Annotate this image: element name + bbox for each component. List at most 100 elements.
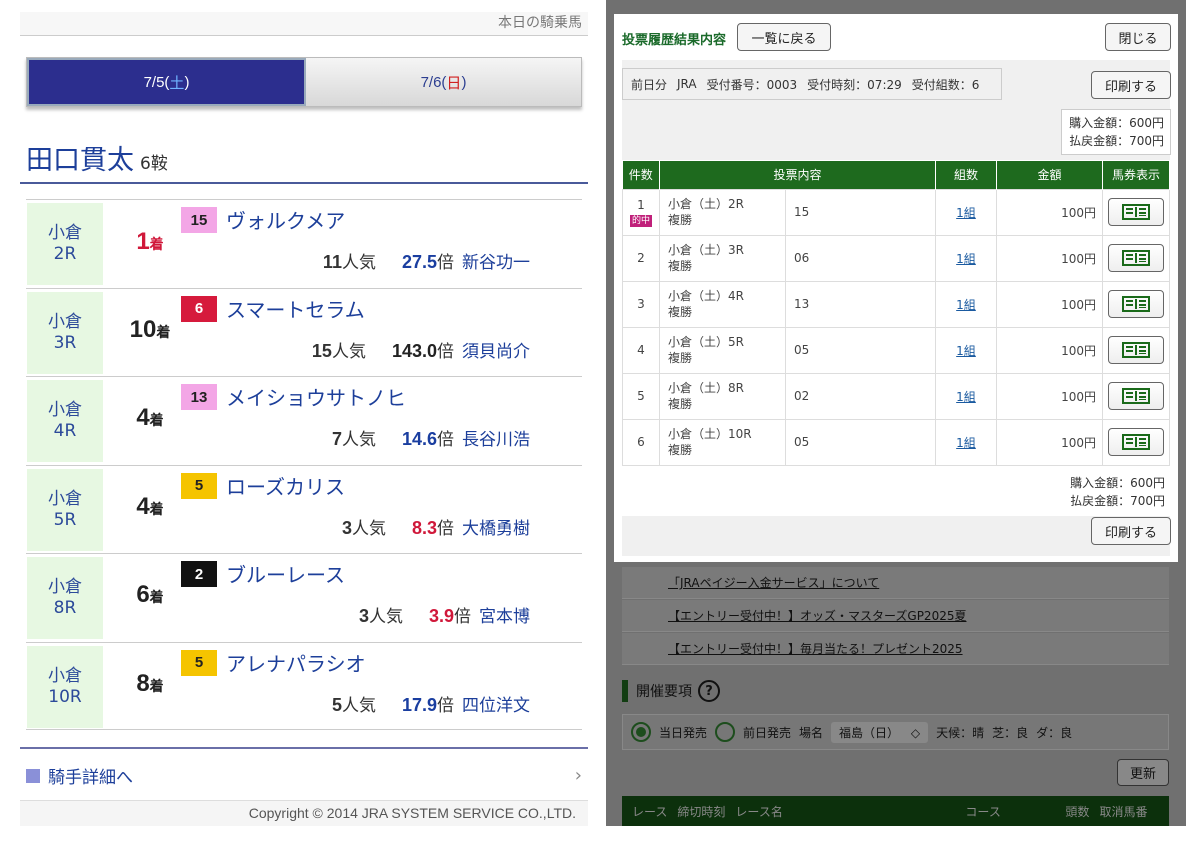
race-list: 小倉 2R 1着 15 ヴォルクメア 11人気 27.5倍 新谷功一 小倉 3R 1…: [26, 199, 582, 730]
trainer-name[interactable]: 新谷功一: [462, 253, 530, 273]
ticket-view-button[interactable]: [1108, 428, 1164, 456]
close-button[interactable]: 閉じる: [1105, 23, 1171, 51]
todays-rides-link[interactable]: 本日の騎乗馬: [20, 12, 588, 36]
odds-unit: 倍: [437, 518, 454, 539]
race-row[interactable]: 小倉 3R 10着 6 スマートセラム 15人気 143.0倍 須貝尚介: [26, 287, 582, 377]
bet-amount: 100円: [996, 326, 1103, 374]
race-venue[interactable]: 小倉 3R: [27, 291, 103, 374]
race-row[interactable]: 小倉 10R 8着 5 アレナパラシオ 5人気 17.9倍 四位洋文: [26, 641, 582, 730]
bet-race: 小倉（土）10R 複勝: [659, 418, 786, 466]
trainer-name[interactable]: 宮本博: [479, 607, 530, 627]
back-to-list-button[interactable]: 一覧に戻る: [737, 23, 831, 51]
race-info: 3人気 3.9倍 宮本博: [359, 602, 530, 627]
race-row[interactable]: 小倉 5R 4着 5 ローズカリス 3人気 8.3倍 大橋勇樹: [26, 464, 582, 554]
bet-race-name: 小倉（土）2R: [668, 197, 744, 211]
race-row[interactable]: 小倉 2R 1着 15 ヴォルクメア 11人気 27.5倍 新谷功一: [26, 199, 582, 288]
bet-row: 1 的中 小倉（土）2R 複勝 15 1組 100円: [622, 188, 1170, 236]
radio-today-label: 当日発売: [659, 725, 708, 740]
trainer-name[interactable]: 四位洋文: [462, 696, 530, 716]
ride-count: 6鞍: [140, 154, 168, 174]
finish-unit: 着: [156, 323, 171, 340]
horse-name-link[interactable]: ヴォルクメア: [226, 205, 345, 234]
finish-unit: 着: [149, 500, 164, 517]
bet-sets-link[interactable]: 1組: [956, 344, 976, 358]
print-button-bottom[interactable]: 印刷する: [1091, 517, 1171, 545]
news-link[interactable]: 「JRAペイジー入金サービス」について: [622, 567, 1169, 599]
bet-type: 複勝: [668, 351, 693, 365]
race-row[interactable]: 小倉 4R 4着 13 メイショウサトノヒ 7人気 14.6倍 長谷川浩: [26, 376, 582, 465]
radio-prev[interactable]: [715, 722, 736, 742]
ticket-icon: [1122, 388, 1150, 404]
finish-position: 4着: [120, 493, 180, 521]
bet-sets-link[interactable]: 1組: [956, 390, 976, 404]
venue-name: 小倉: [48, 665, 82, 686]
odds: 17.9: [401, 694, 437, 715]
bet-amount: 100円: [996, 188, 1103, 236]
race-row[interactable]: 小倉 8R 6着 2 ブルーレース 3人気 3.9倍 宮本博: [26, 553, 582, 642]
bet-sets-link[interactable]: 1組: [956, 252, 976, 266]
bet-pick: 13: [785, 280, 936, 328]
news-link[interactable]: 【エントリー受付中！】毎月当たる！プレゼント2025: [622, 633, 1169, 665]
venue-select[interactable]: 福島（日） ◇: [831, 721, 929, 743]
radio-today[interactable]: [631, 722, 651, 742]
ticket-view-button[interactable]: [1108, 290, 1164, 318]
bet-sets-link[interactable]: 1組: [956, 436, 976, 450]
race-venue[interactable]: 小倉 4R: [27, 380, 103, 462]
finish-unit: 着: [149, 677, 164, 694]
bet-sets-link[interactable]: 1組: [956, 206, 976, 220]
race-venue[interactable]: 小倉 8R: [27, 557, 103, 639]
race-number: 3R: [53, 332, 77, 353]
tab-date-sat-text: 7/5(: [143, 73, 170, 91]
ticket-view-button[interactable]: [1108, 244, 1164, 272]
odds-unit: 倍: [454, 607, 471, 627]
copyright: Copyright © 2014 JRA SYSTEM SERVICE CO.,…: [20, 800, 588, 826]
help-icon[interactable]: ?: [698, 680, 720, 702]
race-venue[interactable]: 小倉 5R: [27, 468, 103, 551]
ticket-cell: [1102, 280, 1170, 328]
receipt-org: JRA: [677, 77, 697, 91]
refresh-button[interactable]: 更新: [1117, 759, 1169, 786]
tab-date-sat[interactable]: 7/5(土): [27, 58, 306, 106]
amount-summary-top: 購入金額：600円 払戻金額：700円: [1061, 109, 1171, 155]
race-info: 7人気 14.6倍 長谷川浩: [332, 425, 530, 450]
trainer-name[interactable]: 大橋勇樹: [462, 519, 530, 539]
race-number: 2R: [53, 244, 77, 264]
tab-date-sun[interactable]: 7/6(日): [306, 58, 581, 106]
horse-name-link[interactable]: スマートセラム: [226, 294, 365, 323]
bet-table: 件数 投票内容 組数 金額 馬券表示 1 的中 小倉（土）2R 複勝 15 1組…: [622, 161, 1170, 466]
trainer-name[interactable]: 長谷川浩: [462, 430, 530, 450]
date-tabs: 7/5(土) 7/6(日): [26, 57, 582, 107]
bet-amount: 100円: [996, 372, 1103, 420]
race-venue[interactable]: 小倉 10R: [27, 645, 103, 728]
jockey-name: 田口貫太: [26, 145, 134, 176]
print-button-top[interactable]: 印刷する: [1091, 71, 1171, 99]
popularity-unit: 人気: [341, 430, 376, 450]
receipt-info: 前日分 JRA 受付番号：0003 受付時刻：07:29 受付組数：6: [622, 68, 1002, 100]
finish-position: 1着: [120, 228, 180, 256]
horse-number-badge: 5: [181, 472, 217, 499]
horse-name-link[interactable]: ローズカリス: [226, 471, 345, 500]
col-course: コース: [965, 804, 1001, 819]
bet-sets-link[interactable]: 1組: [956, 298, 976, 312]
odds-unit: 倍: [437, 430, 454, 450]
jockey-detail-link[interactable]: 騎手詳細へ ›: [26, 763, 582, 788]
bet-index-number: 2: [637, 251, 645, 265]
horse-name-link[interactable]: メイショウサトノヒ: [226, 382, 406, 411]
ticket-view-button[interactable]: [1108, 198, 1164, 226]
horse-name-link[interactable]: アレナパラシオ: [226, 648, 366, 677]
ticket-icon: [1122, 296, 1150, 312]
race-info: 11人気 27.5倍 新谷功一: [323, 248, 530, 273]
ticket-view-button[interactable]: [1108, 336, 1164, 364]
news-link[interactable]: 【エントリー受付中！】オッズ・マスターズGP2025夏: [622, 600, 1169, 632]
horse-number-badge: 5: [181, 649, 217, 676]
ticket-view-button[interactable]: [1108, 382, 1164, 410]
horse-name-link[interactable]: ブルーレース: [226, 559, 345, 588]
popularity-unit: 人気: [331, 341, 366, 362]
receipt-time: 受付時刻：07:29: [807, 77, 902, 92]
race-venue[interactable]: 小倉 2R: [27, 203, 103, 285]
trainer-name[interactable]: 須貝尚介: [462, 342, 530, 362]
venue-value: 福島（日）: [839, 725, 900, 740]
event-info-title: 開催要項: [636, 684, 692, 700]
bet-race: 小倉（土）5R 複勝: [659, 326, 786, 374]
odds-unit: 倍: [437, 341, 454, 362]
